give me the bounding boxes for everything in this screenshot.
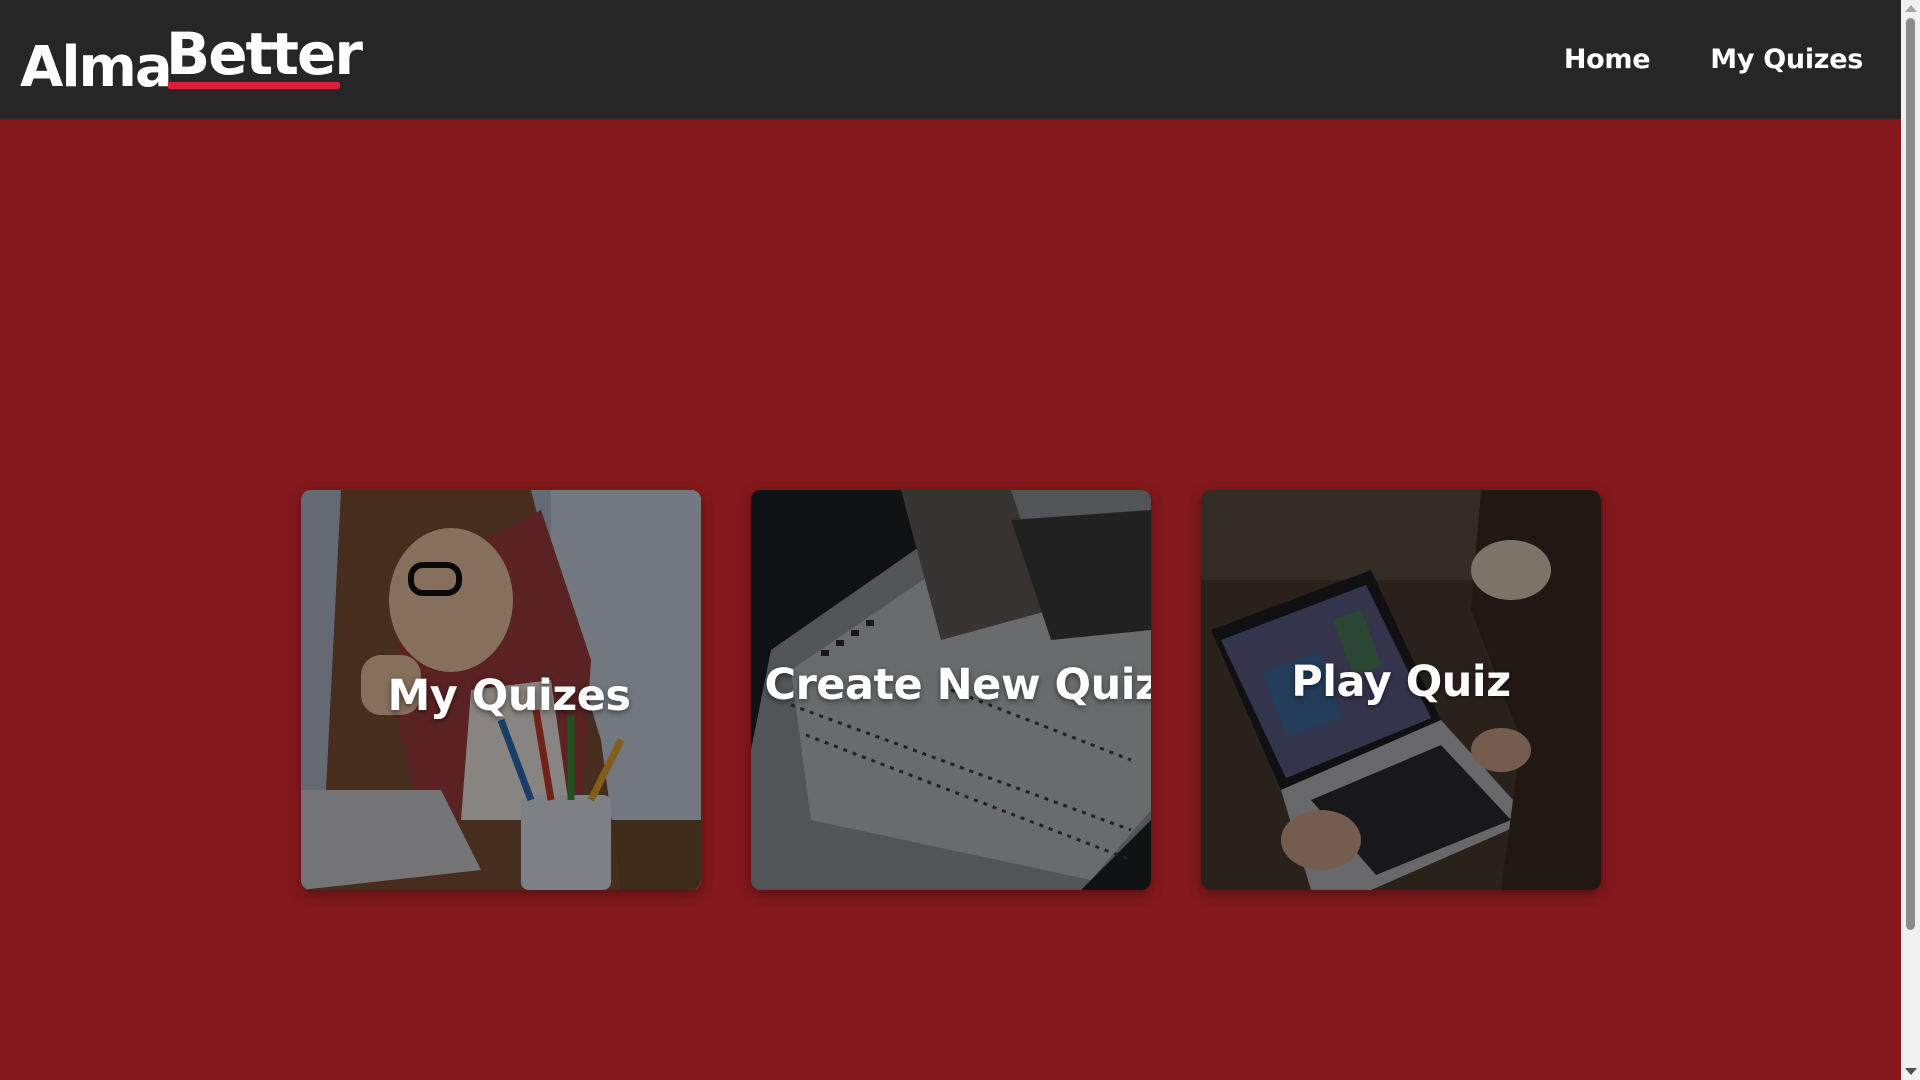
nav-links: Home My Quizes: [1564, 0, 1863, 119]
play-quiz-card[interactable]: Play Quiz: [1201, 490, 1601, 890]
card-title: My Quizes: [387, 671, 631, 721]
almabetter-logo[interactable]: Alma Better: [20, 24, 363, 100]
scroll-thumb[interactable]: [1906, 18, 1915, 930]
logo-text-better: Better: [166, 20, 363, 88]
top-navbar: Alma Better Home My Quizes: [0, 0, 1901, 119]
card-title: Create New Quiz: [764, 660, 1151, 710]
scroll-up-arrow-icon[interactable]: [1905, 5, 1917, 12]
create-new-quiz-card[interactable]: Create New Quiz: [751, 490, 1151, 890]
scroll-down-arrow-icon[interactable]: [1905, 1068, 1917, 1075]
nav-link-my-quizes[interactable]: My Quizes: [1710, 44, 1863, 75]
logo-text-alma: Alma: [20, 35, 173, 100]
quiz-action-cards: My Quizes Create New Quiz Play Quiz: [301, 490, 1601, 890]
card-title: Play Quiz: [1291, 657, 1511, 707]
logo-underline: [168, 82, 340, 89]
vertical-scrollbar[interactable]: [1901, 0, 1920, 1080]
nav-link-home[interactable]: Home: [1564, 44, 1651, 75]
my-quizes-card[interactable]: My Quizes: [301, 490, 701, 890]
